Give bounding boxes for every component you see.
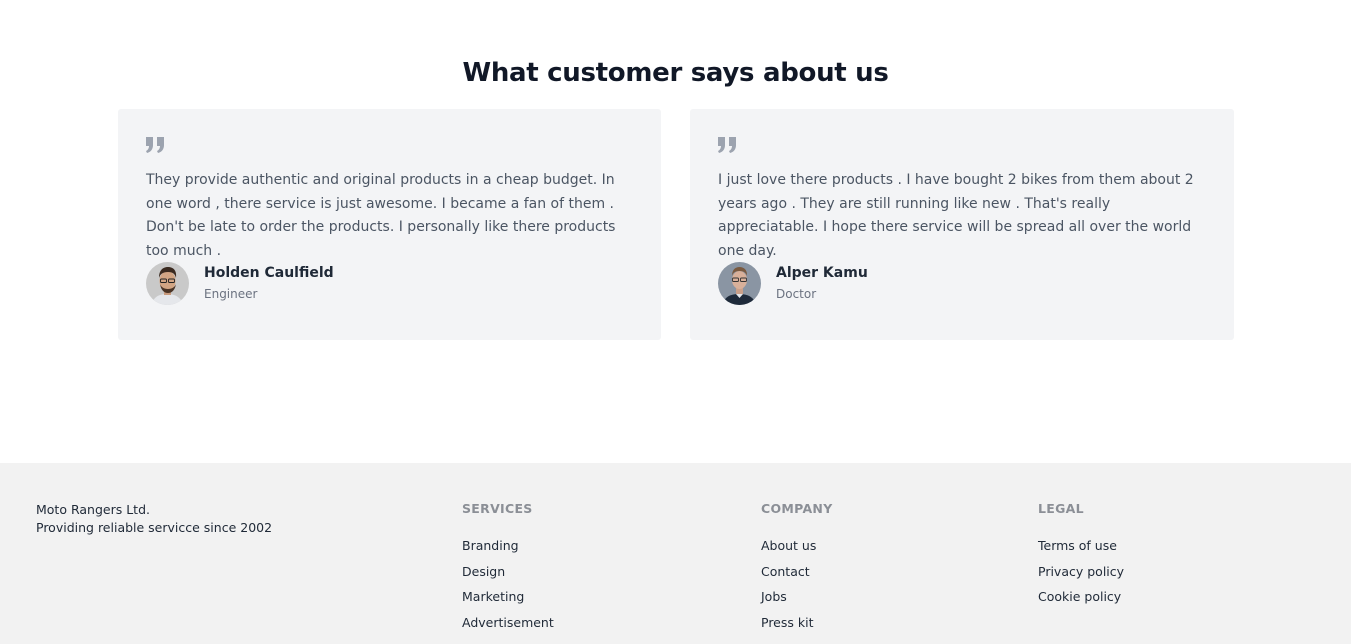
testimonial-quote: I just love there products . I have boug…: [718, 172, 1194, 259]
footer-link-branding[interactable]: Branding: [462, 533, 554, 559]
footer-link-design[interactable]: Design: [462, 559, 554, 585]
footer-column-title: SERVICES: [462, 501, 533, 516]
testimonials-section: What customer says about us They provide…: [0, 0, 1351, 463]
footer: Moto Rangers Ltd. Providing reliable ser…: [0, 463, 1351, 644]
footer-link-marketing[interactable]: Marketing: [462, 584, 554, 610]
avatar: [718, 262, 761, 305]
avatar: [146, 262, 189, 305]
footer-links: Terms of use Privacy policy Cookie polic…: [1038, 533, 1124, 610]
testimonial-quote: They provide authentic and original prod…: [146, 172, 616, 259]
footer-column-legal: LEGAL Terms of use Privacy policy Cookie…: [1038, 501, 1124, 610]
company-name: Moto Rangers Ltd.: [36, 502, 150, 517]
testimonial-card: They provide authentic and original prod…: [118, 109, 661, 340]
footer-link-jobs[interactable]: Jobs: [761, 584, 833, 610]
author-role: Engineer: [204, 287, 258, 301]
footer-column-title: LEGAL: [1038, 501, 1084, 516]
footer-link-terms-of-use[interactable]: Terms of use: [1038, 533, 1124, 559]
footer-brand: Moto Rangers Ltd. Providing reliable ser…: [36, 501, 272, 537]
quote-icon: [146, 137, 164, 153]
footer-column-company: COMPANY About us Contact Jobs Press kit: [761, 501, 833, 635]
footer-link-advertisement[interactable]: Advertisement: [462, 610, 554, 636]
footer-link-about-us[interactable]: About us: [761, 533, 833, 559]
section-heading: What customer says about us: [462, 58, 889, 88]
footer-link-cookie-policy[interactable]: Cookie policy: [1038, 584, 1124, 610]
footer-links: About us Contact Jobs Press kit: [761, 533, 833, 635]
footer-links: Branding Design Marketing Advertisement: [462, 533, 554, 635]
footer-link-contact[interactable]: Contact: [761, 559, 833, 585]
footer-column-title: COMPANY: [761, 501, 833, 516]
footer-link-press-kit[interactable]: Press kit: [761, 610, 833, 636]
footer-link-privacy-policy[interactable]: Privacy policy: [1038, 559, 1124, 585]
author-name: Holden Caulfield: [204, 265, 334, 281]
author-role: Doctor: [776, 287, 817, 301]
company-tagline: Providing reliable servicce since 2002: [36, 520, 273, 535]
author-name: Alper Kamu: [776, 265, 868, 281]
quote-icon: [718, 137, 736, 153]
testimonial-card: I just love there products . I have boug…: [690, 109, 1234, 340]
footer-column-services: SERVICES Branding Design Marketing Adver…: [462, 501, 554, 635]
